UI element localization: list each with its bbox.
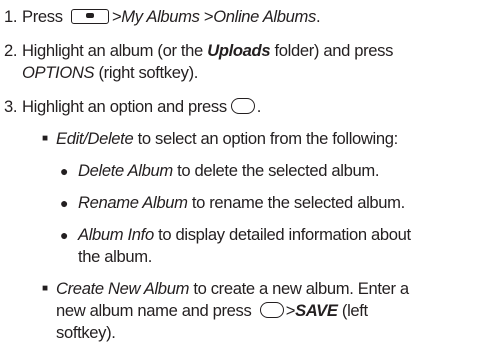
bullet-text: Album Info to display detailed informati… bbox=[78, 224, 488, 268]
rename-album-label: Rename Album bbox=[78, 193, 188, 212]
text-segment: to display detailed information about bbox=[158, 225, 411, 244]
album-info-label: Album Info bbox=[78, 225, 154, 244]
punctuation: . bbox=[256, 97, 262, 116]
uploads-folder-label: Uploads bbox=[207, 41, 271, 60]
manual-page: 1. Press >My Albums >Online Albums. 2. H… bbox=[0, 0, 489, 349]
options-softkey-label: OPTIONS bbox=[22, 63, 95, 82]
ok-key-icon bbox=[259, 302, 284, 318]
dot-bullet-icon: ● bbox=[60, 163, 69, 179]
separator: > bbox=[285, 301, 296, 320]
dot-bullet-icon: ● bbox=[60, 227, 69, 243]
create-new-album-label: Create New Album bbox=[56, 279, 190, 298]
bullet-text: Rename Album to rename the selected albu… bbox=[78, 192, 488, 214]
separator: > bbox=[203, 7, 214, 26]
bullet-line: new album name and press >SAVE (left bbox=[56, 300, 488, 322]
text-segment: (right softkey). bbox=[98, 63, 199, 82]
step-number: 3. bbox=[4, 97, 18, 116]
menu-path-my-albums: My Albums bbox=[121, 7, 200, 26]
delete-album-label: Delete Album bbox=[78, 161, 173, 180]
square-bullet-icon: ■ bbox=[42, 133, 48, 144]
text-segment: Highlight an option and press bbox=[22, 97, 227, 116]
step-number: 2. bbox=[4, 41, 18, 60]
text-segment: to create a new album. Enter a bbox=[193, 279, 409, 298]
bullet-line: softkey). bbox=[56, 323, 116, 342]
step-line: Highlight an album (or the Uploads folde… bbox=[22, 40, 488, 62]
menu-softkey-icon bbox=[70, 9, 109, 24]
step-line: OPTIONS (right softkey). bbox=[22, 62, 488, 84]
text-segment: new album name and press bbox=[56, 301, 252, 320]
step-text: Press >My Albums >Online Albums. bbox=[22, 6, 488, 28]
menu-path-online-albums: Online Albums bbox=[213, 7, 316, 26]
bullet-text: Create New Album to create a new album. … bbox=[56, 278, 488, 344]
press-text: Press bbox=[22, 7, 63, 26]
text-segment: to select an option from the following: bbox=[137, 129, 399, 148]
square-bullet-icon: ■ bbox=[42, 283, 48, 294]
separator: > bbox=[111, 7, 122, 26]
punctuation: . bbox=[315, 7, 321, 26]
save-softkey-label: SAVE bbox=[295, 301, 338, 320]
dot-bullet-icon: ● bbox=[60, 195, 69, 211]
bullet-line: the album. bbox=[78, 247, 152, 266]
bullet-text: Edit/Delete to select an option from the… bbox=[56, 128, 488, 150]
bullet-text: Delete Album to delete the selected albu… bbox=[78, 160, 488, 182]
text-segment: to rename the selected album. bbox=[191, 193, 405, 212]
step-text: Highlight an option and press. bbox=[22, 96, 488, 118]
bullet-line: Create New Album to create a new album. … bbox=[56, 278, 488, 300]
ok-key-icon bbox=[230, 98, 255, 114]
edit-delete-label: Edit/Delete bbox=[56, 129, 134, 148]
text-segment: Highlight an album (or the bbox=[22, 41, 203, 60]
step-number: 1. bbox=[4, 7, 18, 26]
step-text: Highlight an album (or the Uploads folde… bbox=[22, 40, 488, 84]
text-segment: (left bbox=[341, 301, 368, 320]
text-segment: to delete the selected album. bbox=[177, 161, 380, 180]
text-segment: folder) and press bbox=[274, 41, 394, 60]
bullet-line: Album Info to display detailed informati… bbox=[78, 224, 488, 246]
